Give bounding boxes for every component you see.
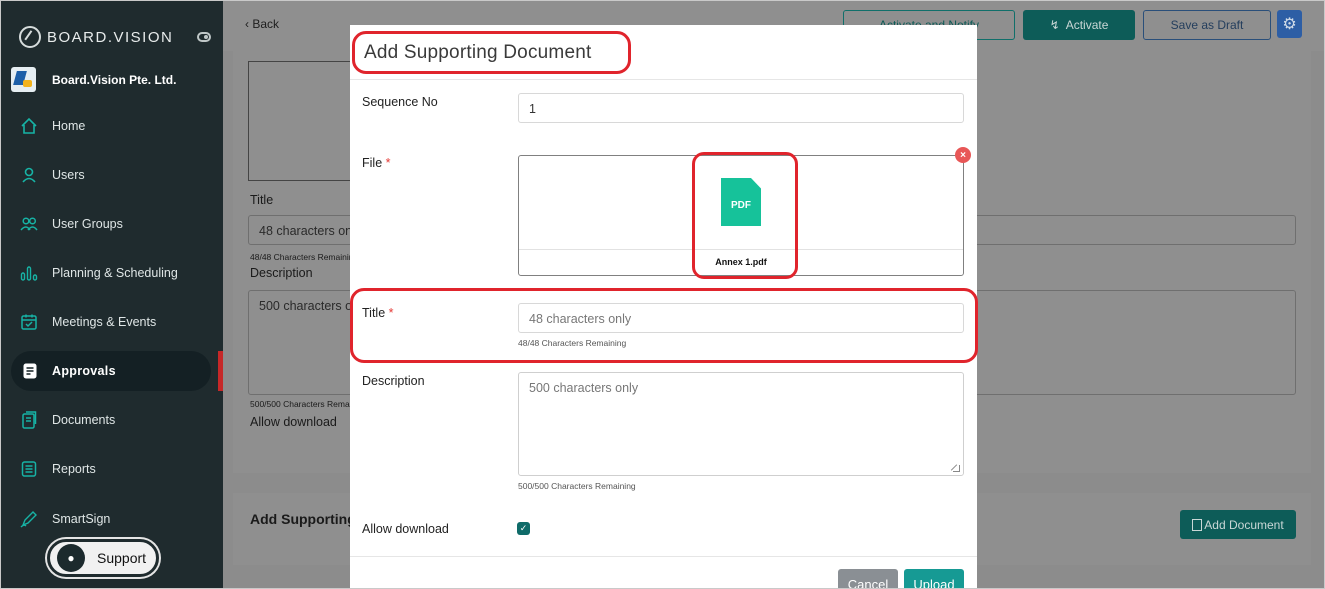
home-icon [20, 117, 38, 135]
resize-handle-icon[interactable] [953, 465, 960, 472]
save-as-draft-button[interactable]: Save as Draft [1143, 10, 1271, 40]
allow-download-checkbox[interactable]: ✓ [517, 522, 530, 535]
users-icon [20, 215, 38, 233]
sequence-label: Sequence No [362, 95, 438, 109]
sidebar-item-planning-scheduling[interactable]: Planning & Scheduling [1, 253, 223, 293]
sidebar-item-user-groups[interactable]: User Groups [1, 204, 223, 244]
bg-description-label: Description [250, 266, 313, 280]
sidebar-item-label: Meetings & Events [52, 315, 157, 329]
sidebar-item-label: Documents [52, 413, 116, 427]
annotation-highlight-title-field [350, 288, 978, 363]
support-label: Support [97, 550, 147, 566]
file-icon [1192, 518, 1203, 531]
brand-name: BOARD.VISION [47, 28, 174, 46]
organization-switcher[interactable]: Board.Vision Pte. Ltd. [11, 67, 176, 92]
pen-icon [20, 510, 38, 528]
chat-bubble-icon: ● [57, 544, 85, 572]
sidebar-item-label: User Groups [52, 217, 123, 231]
sidebar-item-approvals[interactable]: Approvals [11, 351, 211, 391]
sidebar-item-users[interactable]: Users [1, 155, 223, 195]
bg-title-label: Title [250, 193, 274, 207]
bar-chart-icon [20, 264, 38, 282]
sidebar-item-meetings-events[interactable]: Meetings & Events [1, 302, 223, 342]
org-name: Board.Vision Pte. Ltd. [52, 72, 177, 87]
description-label: Description [362, 374, 425, 388]
back-link[interactable]: ‹ Back [245, 17, 279, 31]
description-textarea[interactable]: 500 characters only [518, 372, 964, 476]
org-logo [11, 67, 36, 92]
close-icon: × [960, 149, 966, 161]
calendar-icon [20, 313, 38, 331]
sidebar-item-home[interactable]: Home [1, 106, 223, 146]
annotation-highlight-file [692, 152, 798, 279]
remove-file-button[interactable]: × [955, 147, 971, 163]
sidebar-item-label: Home [52, 119, 86, 133]
bg-title-hint: 48/48 Characters Remaining [250, 252, 359, 262]
sidebar-item-documents[interactable]: Documents [1, 400, 223, 440]
activate-button[interactable]: ↯ Activate [1023, 10, 1135, 40]
approval-doc-icon [21, 362, 39, 380]
bolt-icon: ↯ [1049, 18, 1060, 32]
cancel-button[interactable]: Cancel [838, 569, 898, 588]
description-char-counter: 500/500 Characters Remaining [518, 481, 636, 491]
sidebar-item-reports[interactable]: Reports [1, 449, 223, 489]
brand-logo[interactable]: BOARD.VISION [19, 25, 173, 49]
annotation-highlight-modal-title [352, 31, 631, 74]
sidebar-item-smartsign[interactable]: SmartSign [1, 499, 223, 539]
add-document-button[interactable]: Add Document [1180, 510, 1296, 539]
board-vision-logo-icon [19, 26, 41, 48]
settings-button[interactable]: ⚙ [1277, 10, 1302, 38]
cover-image-placeholder[interactable] [248, 61, 358, 181]
sidebar-item-label: SmartSign [52, 512, 111, 526]
support-button[interactable]: ● Support [47, 539, 159, 577]
gear-icon: ⚙ [1282, 16, 1297, 33]
sidebar-item-label: Users [52, 168, 85, 182]
divider [350, 79, 977, 80]
file-label: File * [362, 156, 391, 170]
sidebar-item-label: Reports [52, 462, 96, 476]
documents-icon [20, 411, 38, 429]
divider [350, 556, 977, 557]
sidebar-item-label: Approvals [52, 364, 116, 378]
allow-download-label: Allow download [362, 522, 449, 536]
sidebar-item-label: Planning & Scheduling [52, 266, 178, 280]
upload-button[interactable]: Upload [904, 569, 964, 588]
sequence-input[interactable]: 1 [518, 93, 964, 123]
sidebar: BOARD.VISION Board.Vision Pte. Ltd. Home… [1, 1, 223, 588]
user-icon [20, 166, 38, 184]
sidebar-toggle-icon[interactable] [197, 32, 211, 42]
checkmark-icon: ✓ [519, 523, 528, 533]
bg-allow-download-label: Allow download [250, 415, 337, 429]
app-window: BOARD.VISION Board.Vision Pte. Ltd. Home… [0, 0, 1325, 589]
report-icon [20, 460, 38, 478]
